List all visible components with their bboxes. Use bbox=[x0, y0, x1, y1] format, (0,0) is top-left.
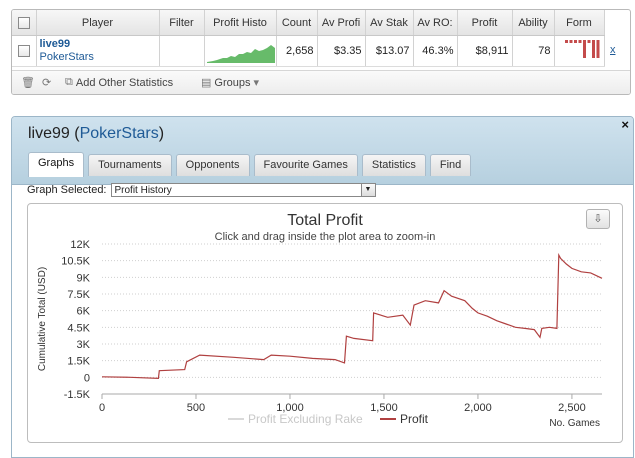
header-profit-history[interactable]: Profit Histo bbox=[204, 10, 277, 36]
x-tick-label: 2,000 bbox=[464, 402, 492, 414]
y-axis-label: Cumulative Total (USD) bbox=[37, 267, 48, 371]
count-cell: 2,658 bbox=[276, 35, 318, 67]
x-tick-label: 500 bbox=[187, 402, 205, 414]
row-select-cell bbox=[12, 35, 37, 67]
filter-cell[interactable] bbox=[159, 35, 205, 67]
tab-statistics[interactable]: Statistics bbox=[361, 154, 426, 176]
x-tick-label: 0 bbox=[99, 402, 105, 414]
tab-find[interactable]: Find bbox=[429, 154, 472, 176]
av-stake-cell: $13.07 bbox=[365, 35, 414, 67]
graph-select-row: Graph Selected: Profit History ▼ bbox=[27, 183, 376, 197]
form-bar bbox=[582, 40, 586, 58]
stats-table: Player Filter Profit Histo Count Av Prof… bbox=[12, 10, 605, 67]
form-bar bbox=[587, 40, 590, 43]
panel-header: live99 (PokerStars) × Graphs Tournaments… bbox=[12, 117, 633, 185]
y-tick-label: 12K bbox=[70, 239, 90, 251]
header-count[interactable]: Count bbox=[276, 10, 318, 36]
header-player[interactable]: Player bbox=[36, 10, 160, 36]
groups-icon: ▤ bbox=[201, 77, 212, 89]
select-all-cell bbox=[12, 10, 37, 36]
tab-tournaments[interactable]: Tournaments bbox=[88, 154, 172, 176]
panel-title-player: live99 bbox=[28, 125, 70, 142]
header-av-profit[interactable]: Av Profi bbox=[317, 10, 366, 36]
form-bar bbox=[591, 40, 595, 58]
y-tick-label: 3K bbox=[77, 339, 91, 351]
player-cell: live99 PokerStars bbox=[36, 35, 160, 67]
legend-label-profit-excluding-rake[interactable]: Profit Excluding Rake bbox=[248, 412, 363, 426]
table-header-row: Player Filter Profit Histo Count Av Prof… bbox=[12, 10, 605, 36]
y-tick-label: 7.5K bbox=[67, 289, 90, 301]
chevron-down-icon[interactable]: ▼ bbox=[360, 184, 375, 196]
sparkline-area bbox=[206, 45, 275, 63]
form-bar bbox=[564, 40, 568, 43]
stats-toolbar: 🗑 ⟳ ⧉ Add Other Statistics ▤ Groups ▾ bbox=[12, 70, 630, 94]
y-tick-label: 0 bbox=[84, 372, 90, 384]
av-profit-cell: $3.35 bbox=[317, 35, 366, 67]
chart-title: Total Profit bbox=[287, 212, 363, 229]
add-window-icon: ⧉ bbox=[65, 76, 73, 88]
form-bar bbox=[569, 40, 572, 43]
header-av-stake[interactable]: Av Stak bbox=[365, 10, 414, 36]
tab-graphs[interactable]: Graphs bbox=[28, 152, 85, 177]
chart-subtitle: Click and drag inside the plot area to z… bbox=[215, 231, 436, 243]
form-cell bbox=[554, 35, 605, 67]
y-tick-label: 4.5K bbox=[67, 322, 90, 334]
select-all-checkbox[interactable] bbox=[17, 16, 30, 29]
groups-label: Groups bbox=[214, 76, 251, 89]
profit-history-sparkline bbox=[206, 45, 275, 63]
y-tick-label: 6K bbox=[77, 306, 91, 318]
row-checkbox[interactable] bbox=[17, 45, 30, 58]
panel-title: live99 (PokerStars) bbox=[28, 125, 165, 142]
form-bar bbox=[578, 40, 581, 43]
form-bar bbox=[573, 40, 577, 43]
add-other-statistics-button[interactable]: ⧉ Add Other Statistics bbox=[65, 76, 173, 89]
header-form[interactable]: Form bbox=[554, 10, 605, 36]
form-bars bbox=[564, 40, 599, 58]
header-filter[interactable]: Filter bbox=[159, 10, 205, 36]
x-tick-label: 1,500 bbox=[370, 402, 398, 414]
groups-button[interactable]: ▤ Groups ▾ bbox=[201, 76, 260, 90]
table-row[interactable]: live99 PokerStars 2,658 $3.35 $13.07 46.… bbox=[12, 35, 605, 67]
header-ability[interactable]: Ability bbox=[512, 10, 555, 36]
chart-frame: Total Profit Click and drag inside the pl… bbox=[27, 203, 623, 443]
ability-cell: 78 bbox=[512, 35, 555, 67]
form-bar bbox=[596, 40, 599, 58]
chevron-down-icon: ▾ bbox=[253, 77, 260, 89]
tab-favourite-games[interactable]: Favourite Games bbox=[253, 154, 358, 176]
y-tick-label: 10.5K bbox=[61, 256, 90, 268]
panel-title-site[interactable]: PokerStars bbox=[80, 125, 159, 142]
profit-history-sparkline-cell bbox=[204, 35, 277, 67]
panel-tabs: Graphs Tournaments Opponents Favourite G… bbox=[28, 152, 472, 177]
x-axis-label: No. Games bbox=[549, 418, 600, 429]
profit-cell: $8,911 bbox=[457, 35, 513, 67]
remove-row-link[interactable]: x bbox=[610, 44, 616, 56]
legend-label-profit[interactable]: Profit bbox=[400, 412, 429, 426]
refresh-icon[interactable]: ⟳ bbox=[42, 76, 51, 89]
delete-icon[interactable]: 🗑 bbox=[21, 76, 35, 89]
y-tick-label: -1.5K bbox=[64, 389, 91, 401]
series-line-profit[interactable] bbox=[101, 252, 603, 380]
stats-table-panel: Player Filter Profit Histo Count Av Prof… bbox=[11, 9, 631, 95]
export-download-icon[interactable]: ⇩ bbox=[586, 209, 610, 229]
header-profit[interactable]: Profit bbox=[457, 10, 513, 36]
profit-chart[interactable]: Total Profit Click and drag inside the pl… bbox=[28, 204, 622, 442]
add-other-statistics-label: Add Other Statistics bbox=[75, 76, 174, 89]
close-icon[interactable]: × bbox=[621, 117, 629, 132]
av-roi-cell: 46.3% bbox=[413, 35, 458, 67]
player-site-link[interactable]: PokerStars bbox=[40, 51, 156, 64]
graph-selected-label: Graph Selected: bbox=[27, 184, 107, 196]
graph-select-dropdown[interactable]: Profit History ▼ bbox=[110, 183, 376, 197]
header-av-roi[interactable]: Av RO: bbox=[413, 10, 458, 36]
x-tick-label: 2,500 bbox=[558, 402, 586, 414]
y-tick-label: 1.5K bbox=[67, 356, 90, 368]
player-name-link[interactable]: live99 bbox=[40, 38, 156, 51]
tab-opponents[interactable]: Opponents bbox=[175, 154, 250, 176]
y-tick-label: 9K bbox=[77, 272, 91, 284]
graph-selected-value: Profit History bbox=[114, 185, 172, 196]
